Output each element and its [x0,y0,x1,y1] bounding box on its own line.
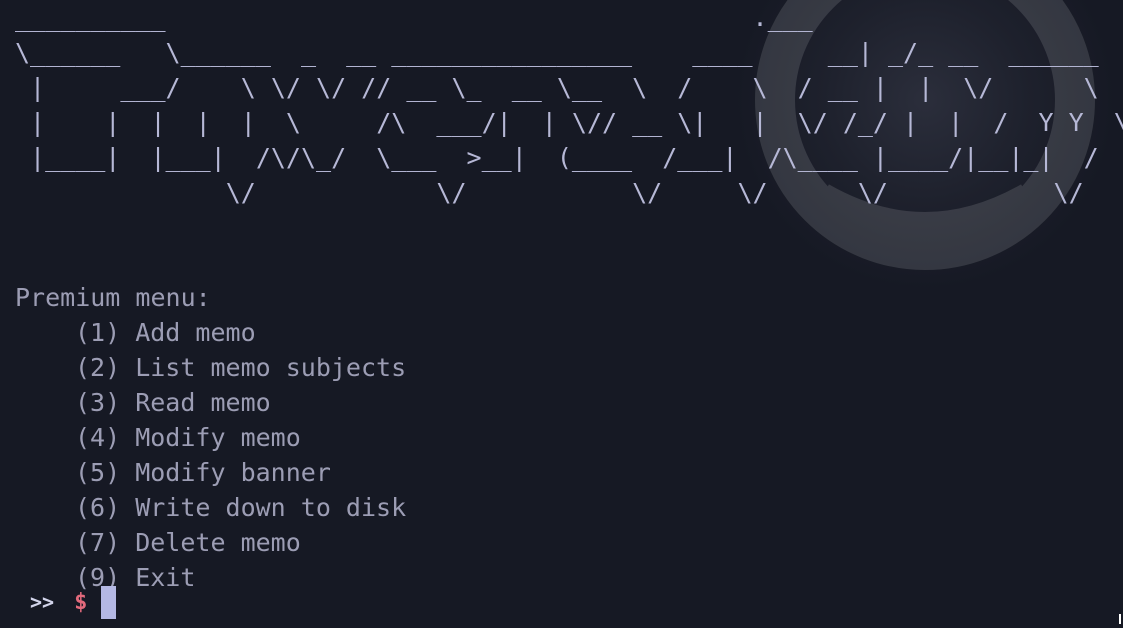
banner-line: \______ \______ _ __ ________________ __… [15,38,1099,67]
banner-line: |____| |___| /\/\_/ \___ >__| (____ /___… [15,143,1099,172]
terminal-output: __________ .___ \______ \______ _ __ ____… [15,0,1123,595]
menu-item-delete-memo: (7) Delete memo [75,528,301,557]
banner-line: | | | | | \ /\ ___/| | \// __ \| | \/ /_… [15,108,1123,137]
banner-line: __________ .___ [15,3,813,32]
prompt-arrows: >> [30,590,55,614]
blank-lines [15,210,1123,280]
ascii-banner: __________ .___ \______ \______ _ __ ____… [15,0,1123,210]
terminal-window[interactable]: __________ .___ \______ \______ _ __ ____… [0,0,1123,628]
prompt-symbol: $ [74,589,88,615]
banner-line: | ___/ \ \/ \/ // __ \_ __ \__ \ / \ / _… [15,73,1099,102]
menu-item-read-memo: (3) Read memo [75,388,271,417]
menu-item-modify-banner: (5) Modify banner [75,458,331,487]
menu-item-add-memo: (1) Add memo [75,318,256,347]
command-prompt[interactable]: >> $ [30,585,117,619]
menu-item-exit: (9) Exit [75,563,196,592]
menu-item-modify-memo: (4) Modify memo [75,423,301,452]
banner-line: \/ \/ \/ \/ \/ \/ [15,178,1084,207]
menu-title: Premium menu: [15,283,211,312]
menu-item-write-to-disk: (6) Write down to disk [75,493,407,522]
text-cursor [101,585,117,619]
menu-item-list-memo-subjects: (2) List memo subjects [75,353,407,382]
resize-marker-icon [1119,614,1121,624]
menu-list: (1) Add memo (2) List memo subjects (3) … [15,315,1123,595]
